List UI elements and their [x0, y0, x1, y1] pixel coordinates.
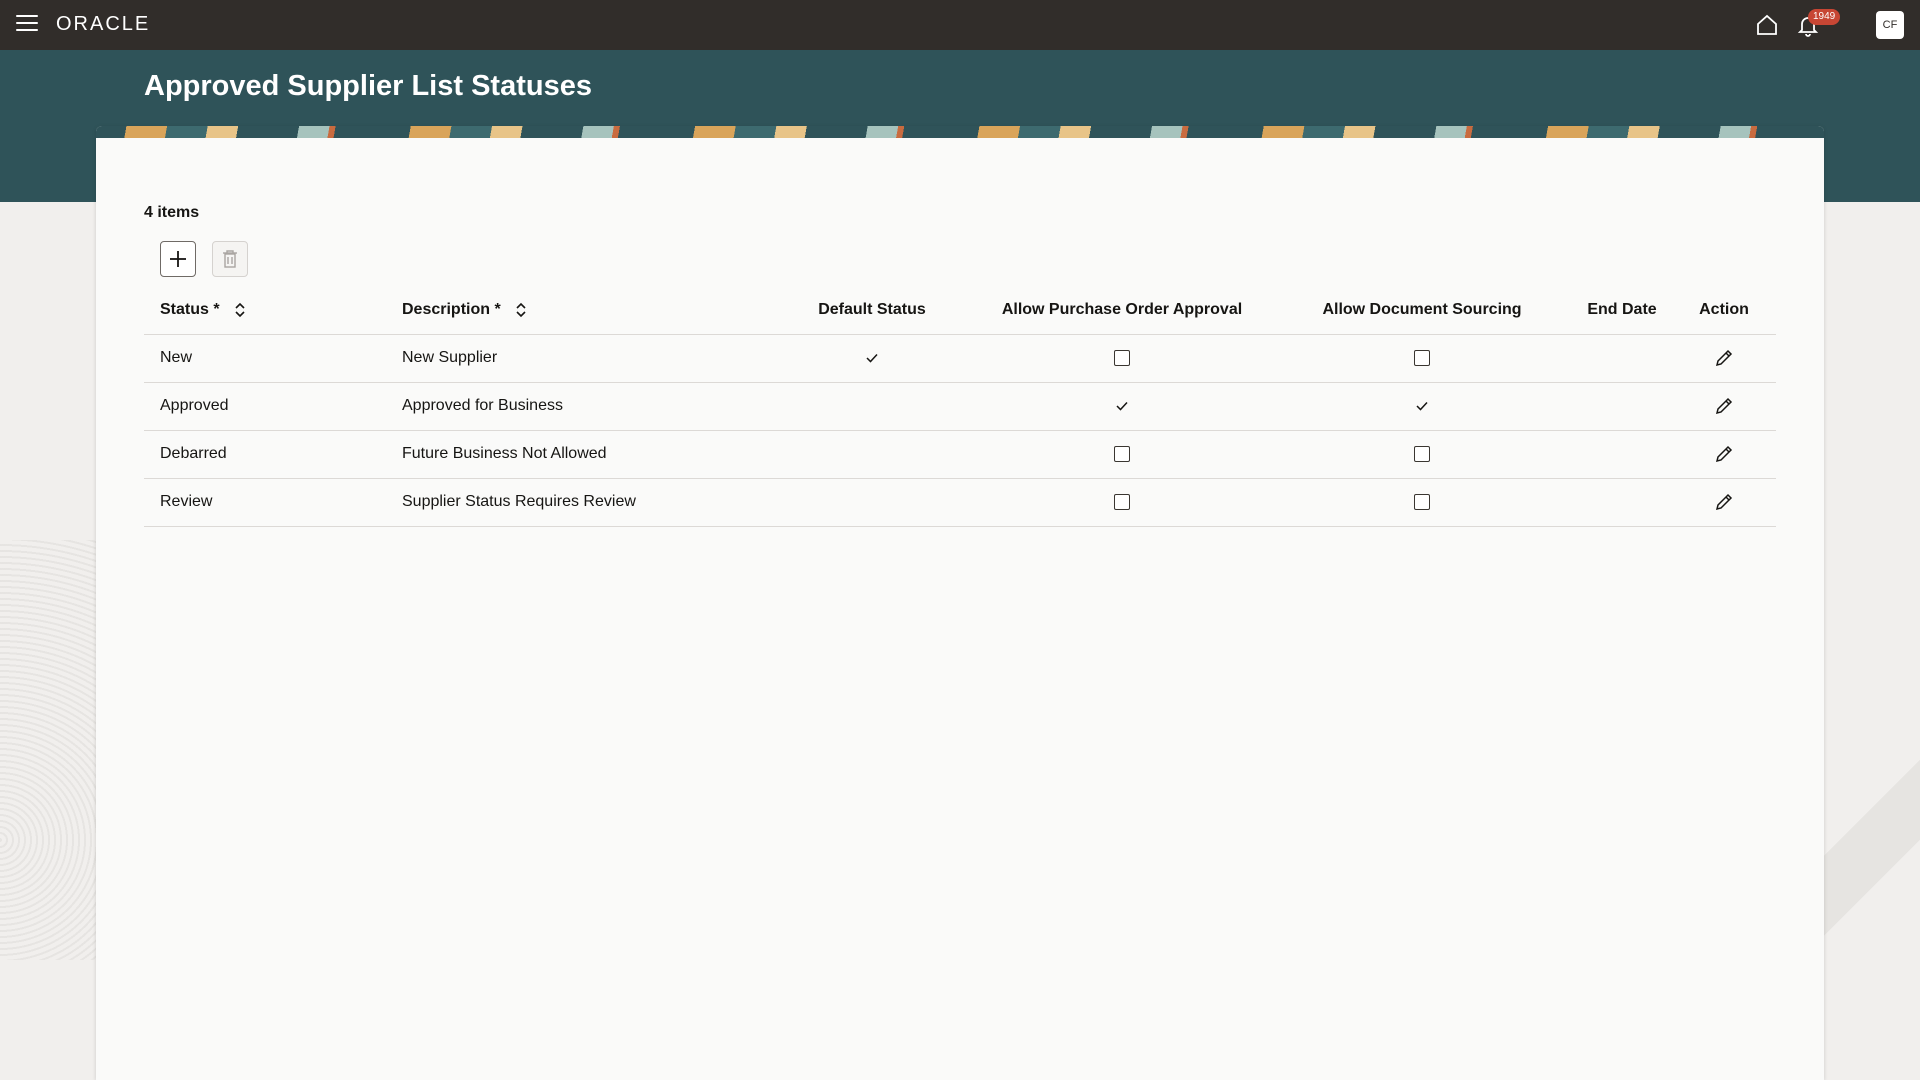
decorative-strip [96, 126, 1824, 138]
checkmark-icon [1416, 401, 1428, 411]
cell-allow-doc-sourcing [1272, 478, 1572, 527]
cell-end-date [1572, 334, 1672, 383]
hamburger-menu-icon[interactable] [16, 15, 38, 35]
cell-default-status [772, 382, 972, 431]
cell-action [1672, 478, 1776, 527]
cell-default-status [772, 478, 972, 527]
checkmark-icon [1116, 401, 1128, 411]
column-header-action: Action [1672, 286, 1776, 335]
checkbox-icon[interactable] [1414, 445, 1430, 462]
cell-description: Supplier Status Requires Review [402, 478, 772, 527]
items-count: 4 items [144, 204, 200, 221]
column-header-description[interactable]: Description * [402, 286, 772, 335]
table-row[interactable]: New New Supplier [144, 334, 1776, 383]
table-row[interactable]: Approved Approved for Business [144, 382, 1776, 431]
column-header-status[interactable]: Status * [144, 286, 402, 335]
cell-status: Debarred [144, 430, 402, 479]
cell-allow-doc-sourcing [1272, 382, 1572, 431]
cell-allow-po-approval [972, 478, 1272, 527]
content-card: 4 items Status * Description * Default S… [96, 126, 1824, 1080]
cell-default-status [772, 334, 972, 383]
cell-status: Approved [144, 382, 402, 431]
cell-end-date [1572, 430, 1672, 479]
add-button[interactable] [160, 241, 196, 277]
home-icon[interactable] [1755, 13, 1779, 37]
column-header-allow-doc-sourcing: Allow Document Sourcing [1272, 286, 1572, 335]
cell-description: Approved for Business [402, 382, 772, 431]
column-header-default-status: Default Status [772, 286, 972, 335]
background-decoration [0, 540, 100, 960]
cell-description: Future Business Not Allowed [402, 430, 772, 479]
trash-icon [223, 250, 237, 268]
cell-status: New [144, 334, 402, 383]
column-header-description-label: Description * [402, 300, 501, 318]
table-row[interactable]: Review Supplier Status Requires Review [144, 478, 1776, 527]
checkbox-icon[interactable] [1414, 493, 1430, 510]
pencil-icon[interactable] [1714, 396, 1734, 416]
cell-status: Review [144, 478, 402, 527]
cell-allow-po-approval [972, 430, 1272, 479]
page-title: Approved Supplier List Statuses [144, 70, 592, 102]
cell-allow-po-approval [972, 382, 1272, 431]
table-header-row: Status * Description * Default Status Al… [144, 286, 1776, 335]
cell-default-status [772, 430, 972, 479]
delete-button[interactable] [212, 241, 248, 277]
cell-allow-po-approval [972, 334, 1272, 383]
cell-action [1672, 382, 1776, 431]
cell-end-date [1572, 382, 1672, 431]
column-header-status-label: Status * [160, 300, 220, 318]
pencil-icon[interactable] [1714, 492, 1734, 512]
sort-icon[interactable] [234, 302, 246, 318]
column-header-allow-po-approval: Allow Purchase Order Approval [972, 286, 1272, 335]
checkbox-icon[interactable] [1414, 349, 1430, 366]
checkmark-icon [866, 353, 878, 363]
column-header-end-date: End Date [1572, 286, 1672, 335]
plus-icon [170, 251, 186, 267]
checkbox-icon[interactable] [1114, 349, 1130, 366]
cell-action [1672, 430, 1776, 479]
supplier-status-table: Status * Description * Default Status Al… [144, 286, 1776, 527]
user-avatar[interactable]: CF [1876, 11, 1904, 39]
cell-allow-doc-sourcing [1272, 334, 1572, 383]
notification-badge: 1949 [1808, 9, 1841, 25]
pencil-icon[interactable] [1714, 348, 1734, 368]
cell-action [1672, 334, 1776, 383]
table-row[interactable]: Debarred Future Business Not Allowed [144, 430, 1776, 479]
cell-allow-doc-sourcing [1272, 430, 1572, 479]
checkbox-icon[interactable] [1114, 445, 1130, 462]
checkbox-icon[interactable] [1114, 493, 1130, 510]
sort-icon[interactable] [515, 302, 527, 318]
top-navigation-bar: ORACLE 1949 CF [0, 0, 1920, 50]
oracle-logo[interactable]: ORACLE [56, 13, 150, 36]
cell-description: New Supplier [402, 334, 772, 383]
background-decoration-right [1820, 700, 1920, 1000]
pencil-icon[interactable] [1714, 444, 1734, 464]
cell-end-date [1572, 478, 1672, 527]
